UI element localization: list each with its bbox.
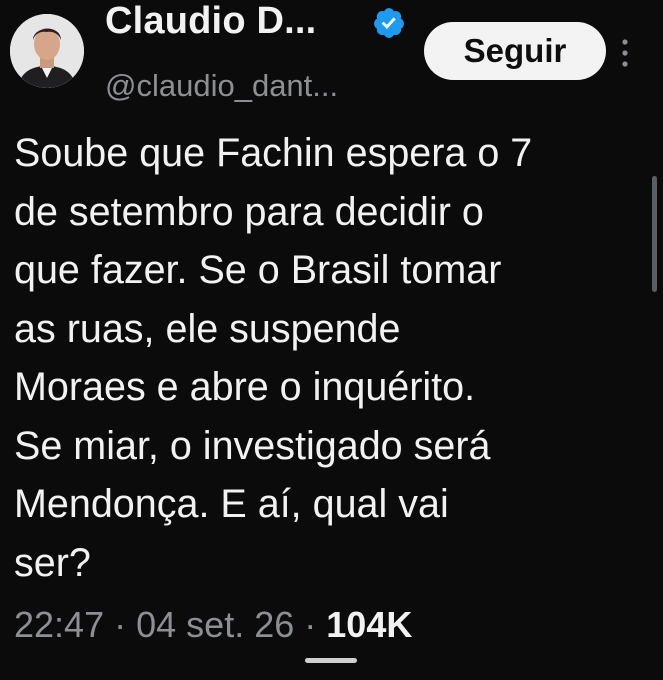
tweet-meta: 22:47 · 04 set. 26 · 104K xyxy=(14,604,412,646)
meta-separator: · xyxy=(114,604,127,645)
tweet-time[interactable]: 22:47 xyxy=(14,604,104,645)
tweet-date[interactable]: 04 set. 26 xyxy=(136,604,294,645)
home-indicator[interactable] xyxy=(305,658,357,663)
avatar[interactable] xyxy=(10,14,84,88)
more-options-icon[interactable] xyxy=(618,36,632,70)
user-handle[interactable]: @claudio_dant... xyxy=(105,68,338,104)
meta-separator: · xyxy=(304,604,317,645)
follow-button[interactable]: Seguir xyxy=(424,22,606,80)
tweet-text: Soube que Fachin espera o 7 de setembro … xyxy=(14,131,533,585)
display-name[interactable]: Claudio D... xyxy=(105,0,316,43)
avatar-image xyxy=(10,14,84,88)
view-count[interactable]: 104K xyxy=(326,604,412,645)
verified-icon xyxy=(374,8,404,38)
scrollbar[interactable] xyxy=(652,176,657,292)
